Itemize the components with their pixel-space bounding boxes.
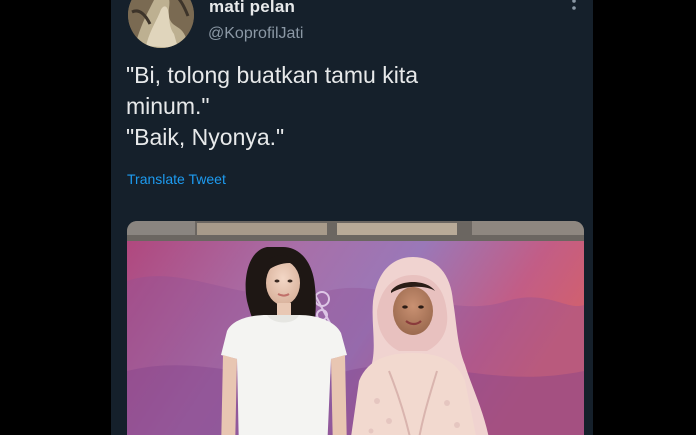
display-name[interactable]: mati pelan xyxy=(209,0,295,17)
tweet-line-2: minum." xyxy=(126,93,210,119)
translate-tweet-link[interactable]: Translate Tweet xyxy=(127,171,226,187)
screenshot-frame: mati pelan @KoprofilJati "Bi, tolong bua… xyxy=(0,0,696,435)
tweet-card[interactable]: mati pelan @KoprofilJati "Bi, tolong bua… xyxy=(111,0,593,435)
tweet-line-3: "Baik, Nyonya." xyxy=(126,124,285,150)
tweet-text: "Bi, tolong buatkan tamu kita minum." "B… xyxy=(126,60,566,153)
user-avatar[interactable] xyxy=(128,0,194,48)
avatar-image xyxy=(128,0,194,48)
user-handle[interactable]: @KoprofilJati xyxy=(208,25,303,43)
tweet-line-1: "Bi, tolong buatkan tamu kita xyxy=(126,62,419,88)
more-vertical-icon[interactable] xyxy=(566,0,582,16)
tweet-media-photo[interactable] xyxy=(127,221,584,435)
photo-two-women xyxy=(127,221,584,435)
